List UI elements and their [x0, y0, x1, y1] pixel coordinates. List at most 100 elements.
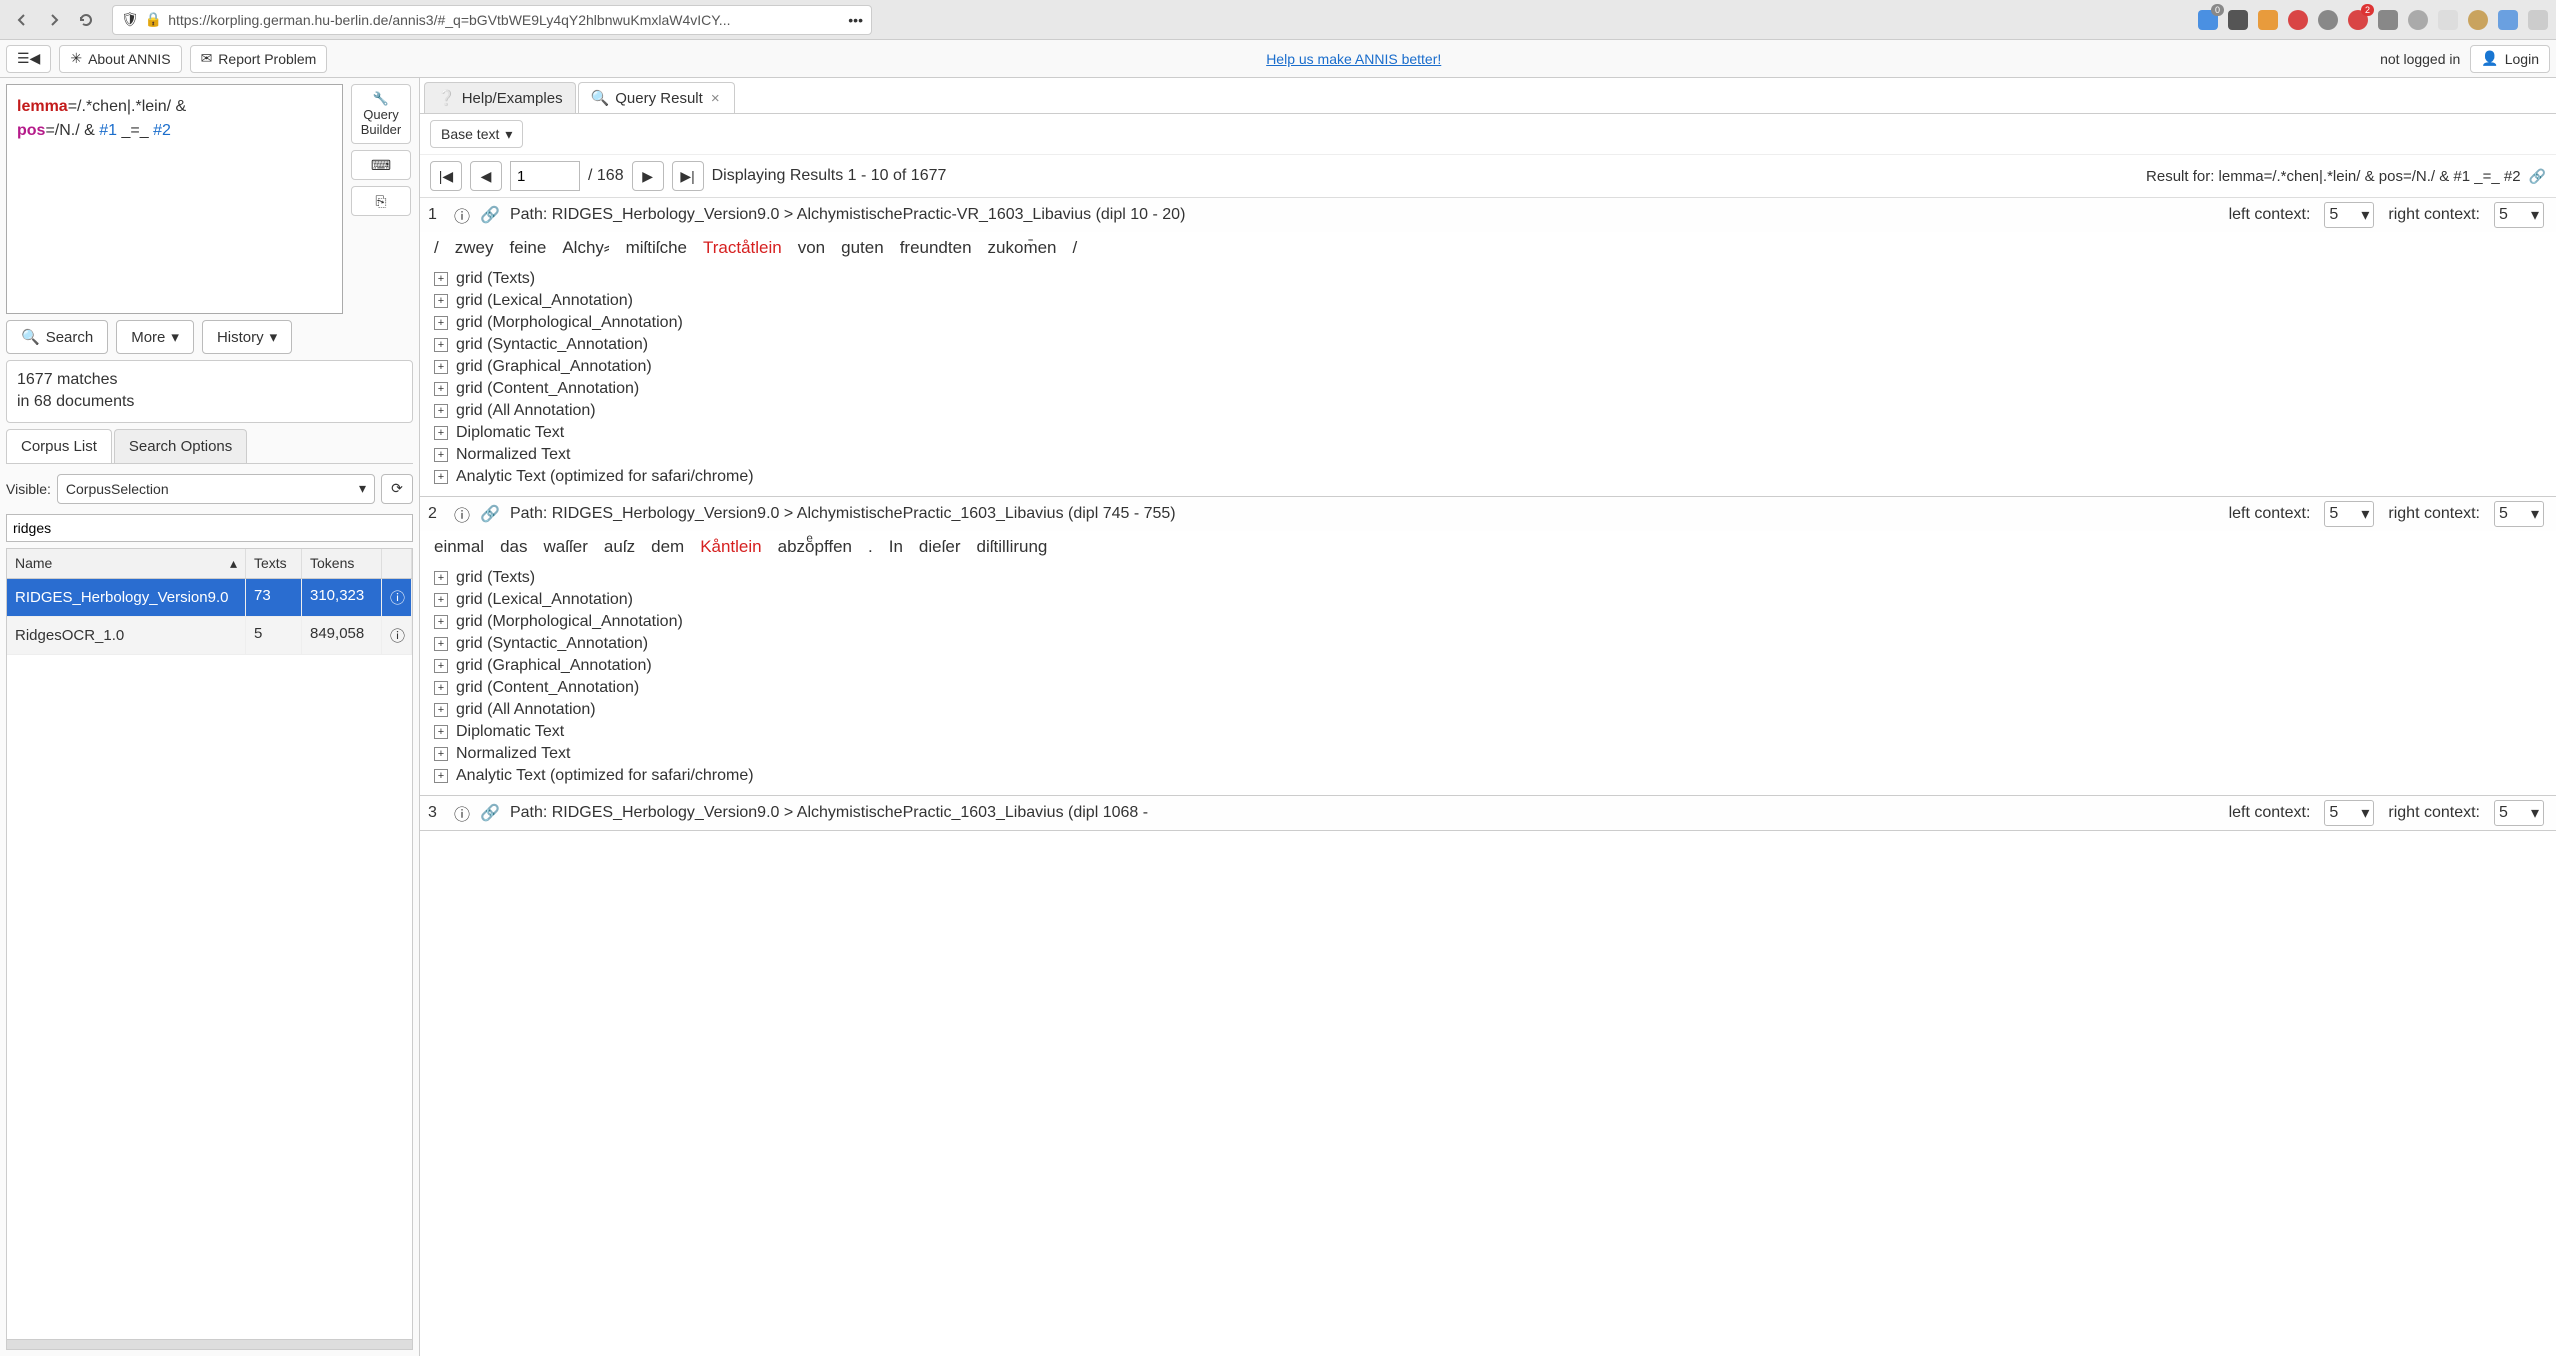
grid-toggle[interactable]: +grid (Syntactic_Annotation): [434, 334, 2542, 356]
expand-icon[interactable]: +: [434, 404, 448, 418]
ext-icon-5[interactable]: [2318, 10, 2338, 30]
back-button[interactable]: [8, 6, 36, 34]
expand-icon[interactable]: +: [434, 593, 448, 607]
info-button[interactable]: ⓘ: [382, 579, 412, 616]
info-icon[interactable]: ⓘ: [454, 502, 470, 526]
expand-icon[interactable]: +: [434, 637, 448, 651]
grid-toggle[interactable]: +grid (Morphological_Annotation): [434, 611, 2542, 633]
share-button[interactable]: 🔗: [2529, 168, 2546, 185]
tab-help-examples[interactable]: ❔ Help/Examples: [424, 82, 576, 113]
menu-icon[interactable]: [2528, 10, 2548, 30]
expand-icon[interactable]: +: [434, 360, 448, 374]
expand-icon[interactable]: +: [434, 294, 448, 308]
col-name[interactable]: Name▴: [7, 549, 246, 578]
ext-icon-3[interactable]: [2258, 10, 2278, 30]
forward-button[interactable]: [40, 6, 68, 34]
sidebar-toggle[interactable]: ☰◀: [6, 45, 51, 73]
table-row[interactable]: RidgesOCR_1.0 5 849,058 ⓘ: [7, 617, 412, 655]
last-page-button[interactable]: ▶|: [672, 161, 704, 191]
left-context-select[interactable]: 5▾: [2324, 501, 2374, 527]
ext-icon-4[interactable]: [2288, 10, 2308, 30]
grid-toggle[interactable]: +grid (Lexical_Annotation): [434, 589, 2542, 611]
expand-icon[interactable]: +: [434, 470, 448, 484]
share-icon[interactable]: 🔗: [480, 205, 500, 225]
more-button[interactable]: More ▾: [116, 320, 194, 354]
expand-icon[interactable]: +: [434, 272, 448, 286]
url-bar[interactable]: 🛡 🔒 https://korpling.german.hu-berlin.de…: [112, 5, 872, 35]
grid-toggle[interactable]: +grid (Graphical_Annotation): [434, 356, 2542, 378]
grid-toggle[interactable]: +Analytic Text (optimized for safari/chr…: [434, 466, 2542, 488]
copy-button[interactable]: ⎘: [351, 186, 411, 216]
table-row[interactable]: RIDGES_Herbology_Version9.0 73 310,323 ⓘ: [7, 579, 412, 617]
query-builder-button[interactable]: 🔧 Query Builder: [351, 84, 411, 144]
grid-toggle[interactable]: +grid (Content_Annotation): [434, 677, 2542, 699]
page-input[interactable]: [510, 161, 580, 191]
info-icon[interactable]: ⓘ: [454, 801, 470, 825]
about-button[interactable]: ✳ About ANNIS: [59, 45, 181, 73]
expand-icon[interactable]: +: [434, 703, 448, 717]
grid-toggle[interactable]: +Diplomatic Text: [434, 721, 2542, 743]
next-page-button[interactable]: ▶: [632, 161, 664, 191]
grid-toggle[interactable]: +grid (Content_Annotation): [434, 378, 2542, 400]
base-text-select[interactable]: Base text ▾: [430, 120, 523, 148]
grid-toggle[interactable]: +Diplomatic Text: [434, 422, 2542, 444]
grid-toggle[interactable]: +grid (Morphological_Annotation): [434, 312, 2542, 334]
expand-icon[interactable]: +: [434, 448, 448, 462]
right-context-select[interactable]: 5▾: [2494, 202, 2544, 228]
expand-icon[interactable]: +: [434, 316, 448, 330]
ext-icon-8[interactable]: [2408, 10, 2428, 30]
help-link[interactable]: Help us make ANNIS better!: [1266, 51, 1441, 67]
expand-icon[interactable]: +: [434, 382, 448, 396]
grid-toggle[interactable]: +Normalized Text: [434, 444, 2542, 466]
ext-icon-6[interactable]: 2: [2348, 10, 2368, 30]
keyboard-button[interactable]: ⌨: [351, 150, 411, 180]
more-icon[interactable]: •••: [848, 12, 863, 28]
expand-icon[interactable]: +: [434, 615, 448, 629]
visible-select[interactable]: CorpusSelection ▾: [57, 474, 375, 504]
expand-icon[interactable]: +: [434, 681, 448, 695]
results-list[interactable]: 1ⓘ🔗Path: RIDGES_Herbology_Version9.0 > A…: [420, 198, 2556, 1356]
left-context-select[interactable]: 5▾: [2324, 202, 2374, 228]
grid-toggle[interactable]: +grid (All Annotation): [434, 699, 2542, 721]
refresh-button[interactable]: ⟳: [381, 474, 413, 504]
grid-toggle[interactable]: +Normalized Text: [434, 743, 2542, 765]
query-editor[interactable]: lemma=/.*chen|.*lein/ & pos=/N./ & #1 _=…: [6, 84, 343, 314]
right-context-select[interactable]: 5▾: [2494, 800, 2544, 826]
grid-toggle[interactable]: +grid (Texts): [434, 567, 2542, 589]
info-button[interactable]: ⓘ: [382, 617, 412, 654]
grid-toggle[interactable]: +grid (All Annotation): [434, 400, 2542, 422]
expand-icon[interactable]: +: [434, 426, 448, 440]
tab-search-options[interactable]: Search Options: [114, 429, 247, 463]
login-button[interactable]: 👤 Login: [2470, 45, 2550, 73]
col-tokens[interactable]: Tokens: [302, 549, 382, 578]
left-context-select[interactable]: 5▾: [2324, 800, 2374, 826]
grid-toggle[interactable]: +grid (Graphical_Annotation): [434, 655, 2542, 677]
prev-page-button[interactable]: ◀: [470, 161, 502, 191]
expand-icon[interactable]: +: [434, 747, 448, 761]
ext-icon-9[interactable]: [2438, 10, 2458, 30]
right-context-select[interactable]: 5▾: [2494, 501, 2544, 527]
expand-icon[interactable]: +: [434, 338, 448, 352]
expand-icon[interactable]: +: [434, 725, 448, 739]
col-texts[interactable]: Texts: [246, 549, 302, 578]
horizontal-scrollbar[interactable]: [7, 1339, 412, 1349]
ext-icon-7[interactable]: [2378, 10, 2398, 30]
ext-icon-10[interactable]: [2468, 10, 2488, 30]
tab-corpus-list[interactable]: Corpus List: [6, 429, 112, 463]
expand-icon[interactable]: +: [434, 769, 448, 783]
grid-toggle[interactable]: +grid (Texts): [434, 268, 2542, 290]
search-button[interactable]: 🔍 Search: [6, 320, 108, 354]
reload-button[interactable]: [72, 6, 100, 34]
expand-icon[interactable]: +: [434, 571, 448, 585]
corpus-filter-input[interactable]: [6, 514, 413, 542]
close-tab-button[interactable]: ×: [709, 90, 722, 107]
share-icon[interactable]: 🔗: [480, 504, 500, 524]
tab-query-result[interactable]: 🔍 Query Result ×: [578, 82, 735, 113]
grid-toggle[interactable]: +Analytic Text (optimized for safari/chr…: [434, 765, 2542, 787]
share-icon[interactable]: 🔗: [480, 803, 500, 823]
expand-icon[interactable]: +: [434, 659, 448, 673]
history-button[interactable]: History ▾: [202, 320, 292, 354]
grid-toggle[interactable]: +grid (Lexical_Annotation): [434, 290, 2542, 312]
ext-icon-11[interactable]: [2498, 10, 2518, 30]
first-page-button[interactable]: |◀: [430, 161, 462, 191]
